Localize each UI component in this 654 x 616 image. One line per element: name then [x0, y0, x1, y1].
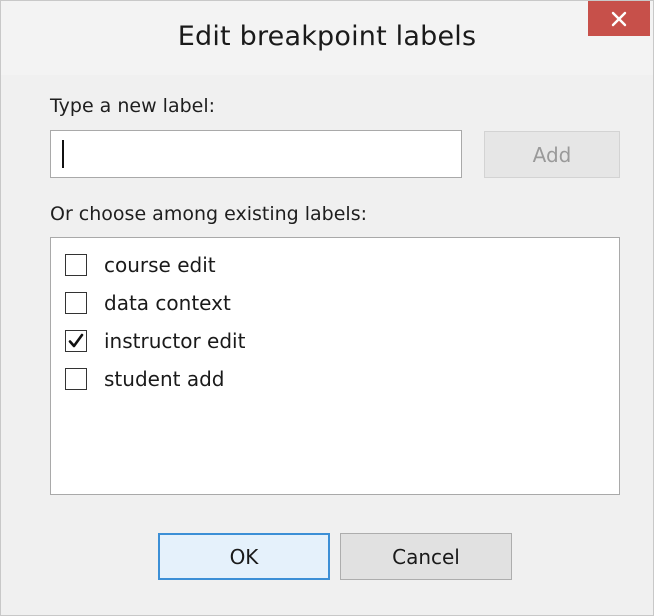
new-label-prompt: Type a new label:	[50, 95, 216, 117]
list-item-label: course edit	[104, 253, 216, 277]
checkmark-icon	[68, 333, 84, 348]
checkbox-course-edit[interactable]	[65, 254, 87, 276]
list-item-label: data context	[104, 291, 231, 315]
list-item-student-add[interactable]: student add	[51, 362, 619, 396]
existing-labels-prompt: Or choose among existing labels:	[50, 203, 367, 225]
ok-button[interactable]: OK	[158, 533, 330, 580]
checkbox-student-add[interactable]	[65, 368, 87, 390]
new-label-field[interactable]	[50, 130, 462, 178]
list-item-instructor-edit[interactable]: instructor edit	[51, 324, 619, 358]
checkbox-data-context[interactable]	[65, 292, 87, 314]
new-label-input[interactable]	[51, 131, 461, 177]
dialog-content: Type a new label: Add Or choose among ex…	[1, 75, 653, 615]
list-item-course-edit[interactable]: course edit	[51, 248, 619, 282]
close-icon	[611, 11, 627, 26]
dialog-window: Edit breakpoint labels Type a new label:…	[0, 0, 654, 616]
list-item-data-context[interactable]: data context	[51, 286, 619, 320]
checkbox-instructor-edit[interactable]	[65, 330, 87, 352]
existing-labels-list[interactable]: course edit data context instructor edit…	[50, 237, 620, 495]
title-bar[interactable]: Edit breakpoint labels	[1, 1, 653, 75]
cancel-button[interactable]: Cancel	[340, 533, 512, 580]
close-button[interactable]	[588, 1, 650, 36]
text-caret	[62, 140, 64, 168]
list-item-label: instructor edit	[104, 329, 246, 353]
add-button[interactable]: Add	[484, 131, 620, 178]
dialog-title: Edit breakpoint labels	[177, 21, 477, 52]
list-item-label: student add	[104, 367, 225, 391]
